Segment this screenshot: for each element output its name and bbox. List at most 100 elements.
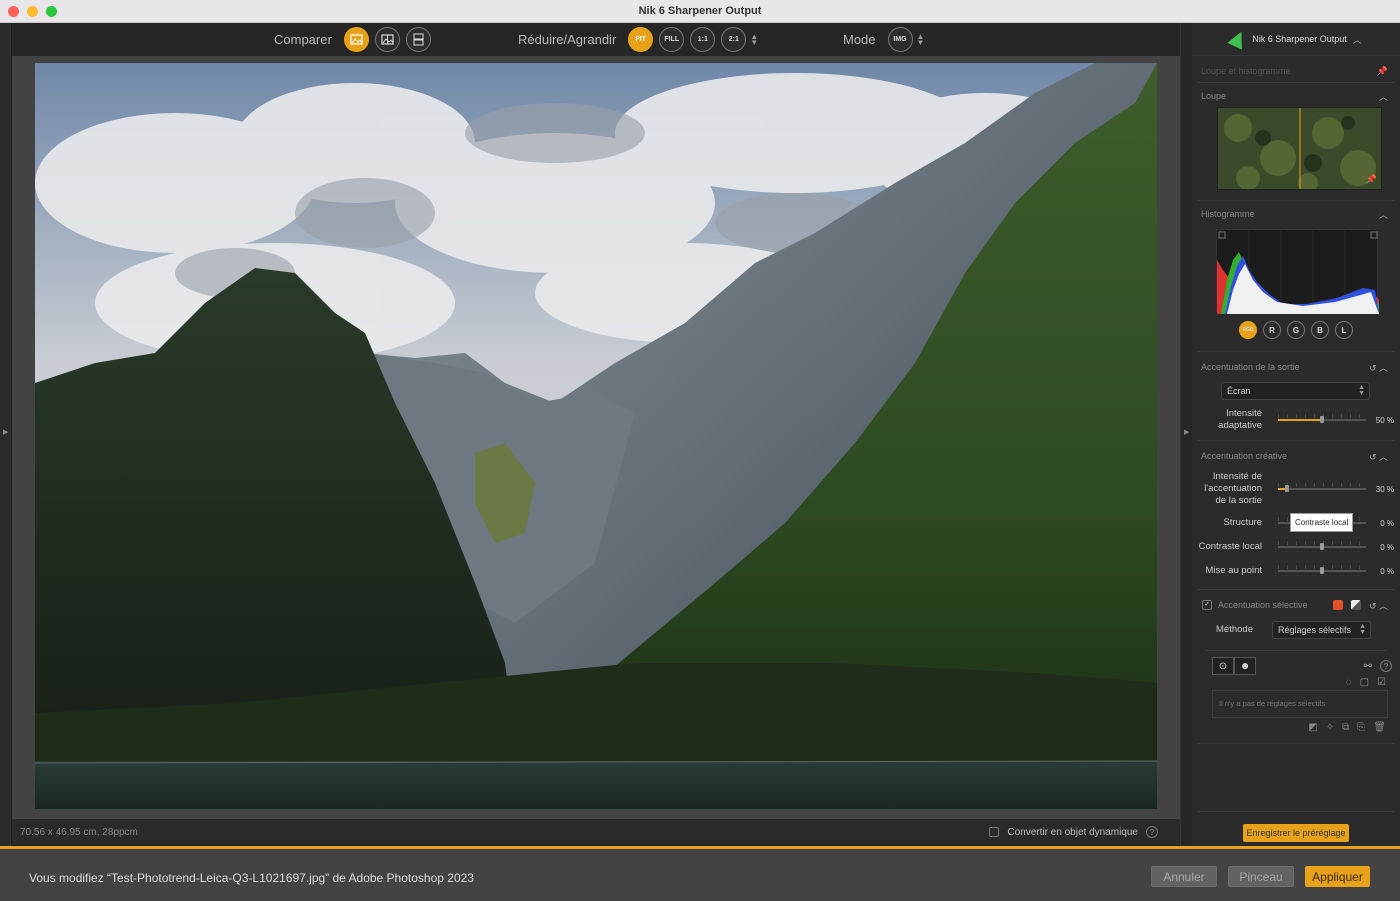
histogram-header[interactable]: Histogramme ︿ — [1192, 203, 1400, 225]
color-picker-icon[interactable] — [1332, 600, 1343, 610]
adaptive-strength-value: 50 % — [1375, 415, 1394, 425]
output-device-select[interactable]: Écran ▲ ▼ — [1221, 382, 1370, 400]
zoom-fill-button[interactable]: FILL — [659, 27, 685, 52]
divider — [1198, 440, 1394, 441]
output-sharpening-header[interactable]: Accentuation de la sortie ↺ ︿ — [1192, 356, 1400, 378]
collapse-up-icon[interactable]: ︿ — [1353, 33, 1362, 46]
smart-object-checkbox[interactable] — [989, 827, 1000, 837]
compare-side-by-side-button[interactable] — [405, 27, 431, 52]
output-device-value: Écran — [1227, 386, 1251, 396]
help-icon[interactable]: ? — [1146, 826, 1158, 838]
invert-icon[interactable]: ◩ — [1308, 722, 1317, 733]
slider-knob[interactable] — [1284, 485, 1289, 492]
brush-button[interactable]: Pinceau — [1228, 866, 1294, 887]
channel-l-button[interactable]: L — [1335, 321, 1353, 339]
creative-sharpening-label: Accentuation créative — [1201, 451, 1288, 461]
compare-split-view-button[interactable] — [374, 27, 400, 52]
group-icon[interactable]: ⧉ — [1342, 722, 1349, 733]
reset-collapse-icons[interactable]: ↺ ︿ — [1369, 450, 1388, 463]
ellipse-select-icon[interactable]: ◌ — [1346, 677, 1352, 688]
slider-knob[interactable] — [1320, 416, 1324, 423]
slider-knob[interactable] — [1320, 567, 1324, 574]
mode-stepper-icon[interactable]: ▲ ▼ — [917, 32, 925, 46]
loupe-view[interactable]: 📌 — [1217, 107, 1382, 190]
cancel-button[interactable]: Annuler — [1151, 866, 1217, 887]
add-brush-point-button[interactable]: ☻ — [1234, 657, 1256, 675]
mask-icon[interactable] — [1350, 600, 1361, 610]
focus-label: Mise au point — [1205, 565, 1262, 576]
split-view-icon — [381, 34, 394, 45]
reset-collapse-icons[interactable]: ↺ ︿ — [1369, 599, 1388, 612]
window-titlebar: Nik 6 Sharpener Output — [0, 0, 1400, 23]
link-icon[interactable]: ⚯ — [1364, 661, 1372, 672]
minimize-window-button[interactable] — [27, 6, 38, 17]
right-panel-toggle[interactable]: ▶ — [1180, 23, 1192, 846]
selective-checkbox[interactable]: ✓ — [1202, 600, 1212, 610]
footer-bar: Vous modifiez “Test-Phototrend-Leica-Q3-… — [0, 846, 1400, 901]
compare-label: Comparer — [274, 32, 332, 47]
confirm-icon[interactable]: ☑ — [1377, 677, 1386, 688]
maximize-window-button[interactable] — [46, 6, 57, 17]
zoom-stepper-icon[interactable]: ▲ ▼ — [750, 32, 758, 46]
apply-button[interactable]: Appliquer — [1305, 866, 1370, 887]
select-arrows-icon: ▲ ▼ — [1358, 384, 1365, 397]
selection-tools: ◌ ▢ ☑ — [1192, 675, 1400, 688]
method-row: Méthode Réglages sélectifs ▲ ▼ — [1192, 618, 1400, 642]
channel-r-button[interactable]: R — [1263, 321, 1281, 339]
add-control-point-button[interactable]: ⊙ — [1212, 657, 1234, 675]
divider — [1198, 589, 1394, 590]
pin-icon[interactable]: 📌 — [1377, 66, 1388, 77]
slider-knob[interactable] — [1320, 543, 1324, 550]
structure-value: 0 % — [1380, 518, 1394, 528]
compare-single-view-button[interactable] — [343, 27, 369, 52]
chevron-up-icon[interactable]: ︿ — [1379, 90, 1388, 103]
panel-header: Nik 6 Sharpener Output ︿ — [1192, 23, 1400, 56]
divider — [1198, 743, 1394, 744]
output-strength-slider[interactable] — [1278, 483, 1366, 492]
loupe-pin-icon[interactable]: 📌 — [1366, 174, 1377, 185]
loupe-histogram-header[interactable]: Loupe et histogramme 📌 — [1192, 60, 1400, 82]
adaptive-strength-slider[interactable] — [1278, 414, 1366, 423]
channel-rgb-button[interactable]: RGB — [1239, 321, 1257, 339]
selective-toggle[interactable]: ✓ Accentuation sélective — [1202, 600, 1308, 610]
focus-slider[interactable] — [1278, 565, 1366, 574]
loupe-header[interactable]: Loupe ︿ — [1192, 85, 1400, 107]
channel-b-button[interactable]: B — [1311, 321, 1329, 339]
method-select[interactable]: Réglages sélectifs ▲ ▼ — [1272, 621, 1371, 639]
landscape-photo — [35, 63, 1157, 809]
close-window-button[interactable] — [8, 6, 19, 17]
move-icon[interactable]: ✧ — [1326, 722, 1334, 733]
focus-value: 0 % — [1380, 566, 1394, 576]
controls-panel: Nik 6 Sharpener Output ︿ Loupe et histog… — [1192, 23, 1400, 846]
smart-object-label: Convertir en objet dynamique — [1007, 826, 1138, 838]
output-strength-row: Intensité de l'accentuation de la sortie 3… — [1192, 469, 1400, 509]
zoom-2to1-button[interactable]: 2:1 — [721, 27, 747, 52]
local-contrast-label: Contraste local — [1198, 541, 1262, 552]
local-contrast-slider[interactable] — [1278, 541, 1366, 550]
selective-sharpening-header[interactable]: ✓ Accentuation sélective ↺ ︿ — [1192, 594, 1400, 616]
select-arrows-icon: ▲ ▼ — [1359, 623, 1366, 636]
delete-icon[interactable]: 🗑 — [1373, 722, 1386, 733]
channel-g-button[interactable]: G — [1287, 321, 1305, 339]
editing-message: Vous modifiez “Test-Phototrend-Leica-Q3-… — [29, 871, 474, 885]
output-strength-label: Intensité de l'accentuation de la sortie — [1204, 471, 1262, 506]
expand-right-icon: ▶ — [1184, 429, 1190, 436]
creative-sharpening-header[interactable]: Accentuation créative ↺ ︿ — [1192, 445, 1400, 467]
duplicate-icon[interactable]: ⎘ — [1357, 722, 1365, 733]
reset-collapse-icons[interactable]: ↺ ︿ — [1369, 361, 1388, 374]
histogram-channels: RGB R G B L — [1192, 321, 1400, 339]
histogram-label: Histogramme — [1201, 209, 1255, 219]
save-preset-button[interactable]: Enregistrer le préréglage — [1243, 824, 1349, 842]
left-panel-toggle[interactable]: ▶ — [0, 23, 11, 846]
window-title: Nik 6 Sharpener Output — [638, 5, 762, 17]
zoom-fit-button[interactable]: FIT — [628, 27, 654, 52]
zoom-1to1-button[interactable]: 1:1 — [690, 27, 716, 52]
structure-row: Structure Contraste local 0 % — [1192, 511, 1400, 535]
loupe-label: Loupe — [1201, 91, 1227, 101]
chevron-up-icon[interactable]: ︿ — [1379, 208, 1388, 221]
slider-fill — [1278, 419, 1322, 421]
mode-select-button[interactable]: IMG — [887, 27, 913, 52]
rect-select-icon[interactable]: ▢ — [1360, 677, 1369, 688]
help-icon[interactable]: ? — [1380, 660, 1392, 672]
preview-image[interactable] — [35, 63, 1157, 809]
